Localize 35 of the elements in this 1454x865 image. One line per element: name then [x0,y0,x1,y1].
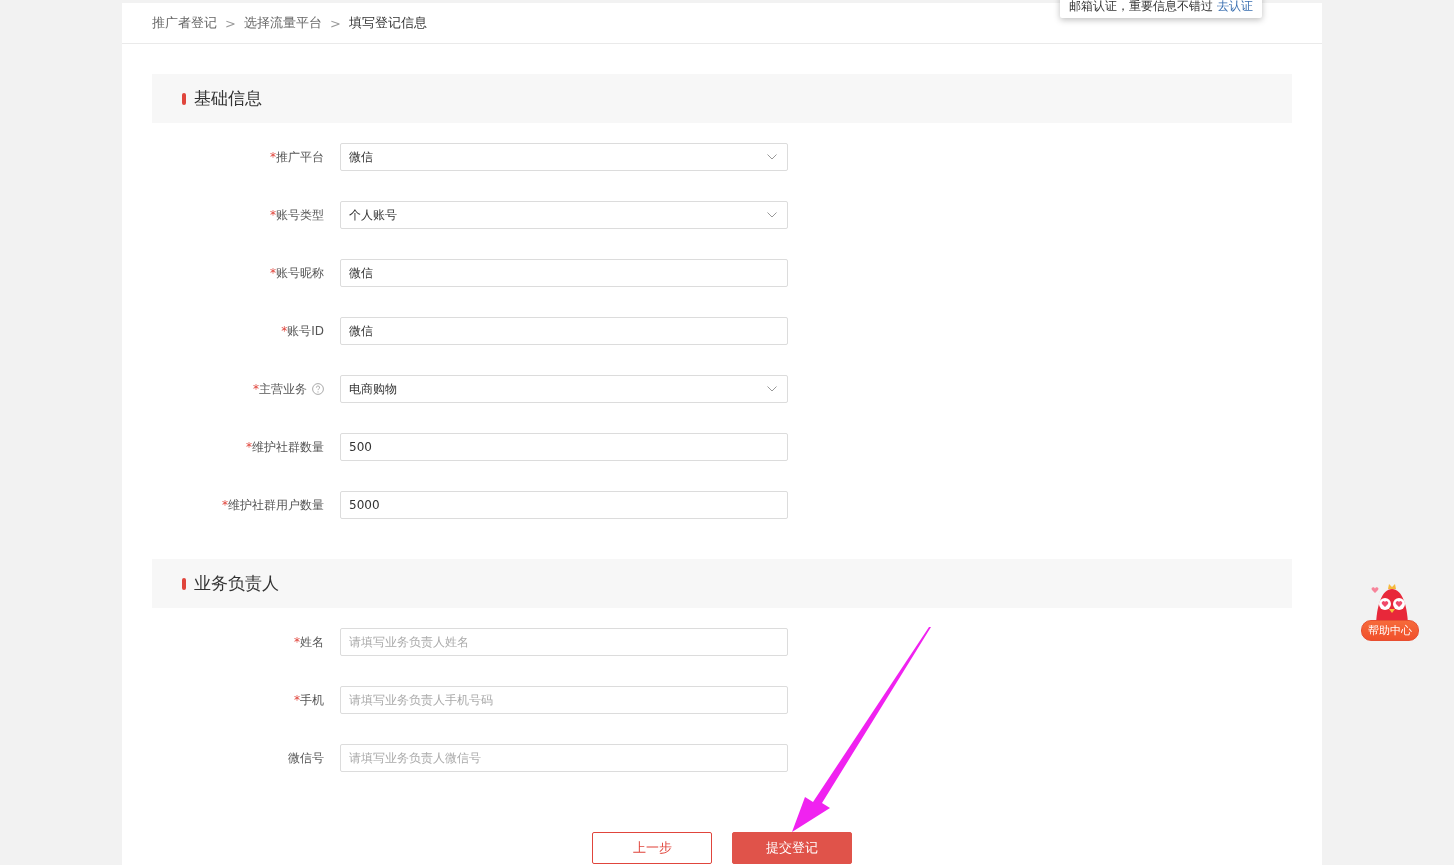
section-header: 基础信息 [152,74,1292,123]
input-field[interactable]: 500 [340,433,788,461]
input-field[interactable]: 请填写业务负责人微信号 [340,744,788,772]
field-label: *账号类型 [270,206,324,224]
verify-link[interactable]: 去认证 [1217,0,1253,15]
section-header: 业务负责人 [152,559,1292,608]
field-label: *姓名 [294,633,324,651]
chevron-down-icon [767,154,777,160]
chevron-down-icon [767,212,777,218]
chevron-down-icon [767,386,777,392]
field-label: *主营业务 [253,380,307,398]
breadcrumb-item[interactable]: 选择流量平台 [243,14,322,32]
select-field[interactable]: 微信 [340,143,788,171]
field-label: *推广平台 [270,148,324,166]
field-label: *账号昵称 [270,264,324,282]
breadcrumb-item[interactable]: 推广者登记 [152,14,217,32]
input-field[interactable]: 微信 [340,259,788,287]
field-label: 微信号 [288,749,324,767]
field-label: *账号ID [281,322,324,340]
breadcrumb-separator: > [329,15,341,31]
breadcrumb-separator: > [225,15,236,31]
input-field[interactable]: 微信 [340,317,788,345]
breadcrumb-item: 填写登记信息 [348,14,427,32]
input-field[interactable]: 请填写业务负责人手机号码 [340,686,788,714]
back-button[interactable]: 上一步 [592,832,712,864]
help-icon[interactable] [312,383,324,395]
input-field[interactable]: 请填写业务负责人姓名 [340,628,788,656]
field-label: *维护社群数量 [246,438,324,456]
field-label: *维护社群用户数量 [222,496,324,514]
select-field[interactable]: 电商购物 [340,375,788,403]
select-field[interactable]: 个人账号 [340,201,788,229]
submit-button[interactable]: 提交登记 [732,832,852,864]
notice-text: 邮箱认证，重要信息不错过 [1069,0,1213,15]
input-field[interactable]: 5000 [340,491,788,519]
field-label: *手机 [294,691,324,709]
